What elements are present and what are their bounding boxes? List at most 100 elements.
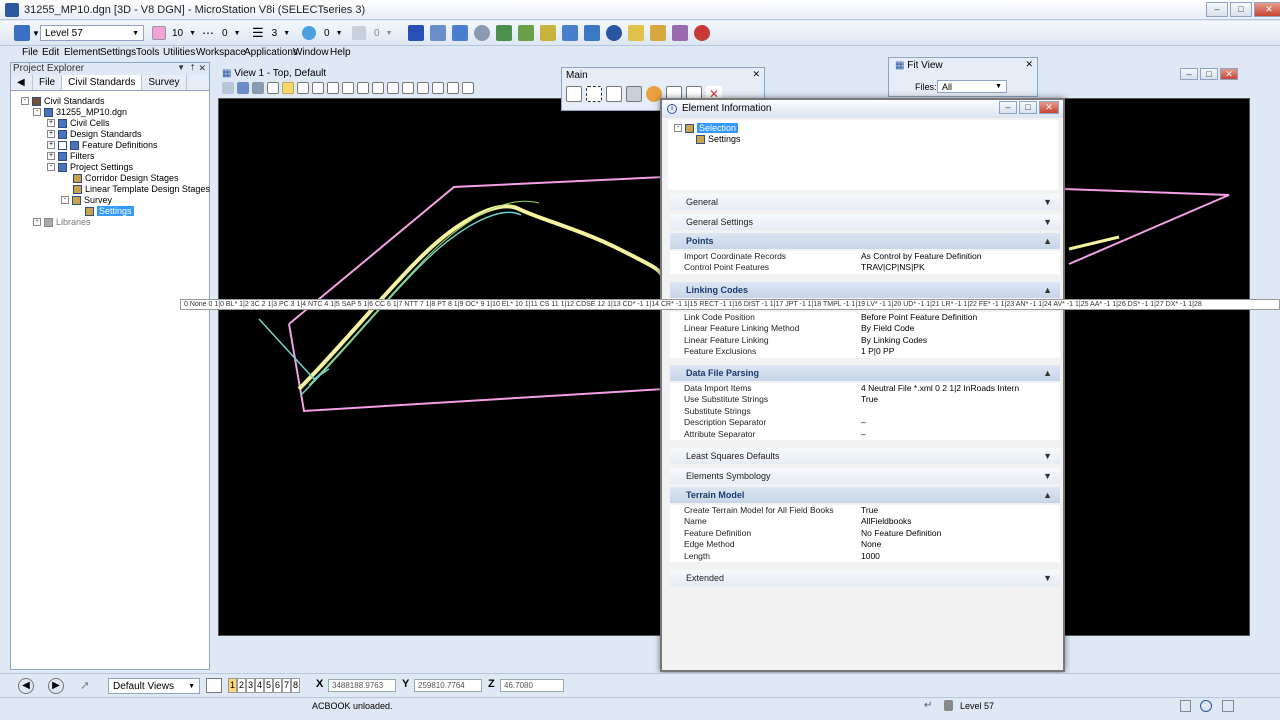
view-2-button[interactable]: 2 [237, 678, 246, 693]
close-icon[interactable]: ✕ [1025, 59, 1033, 70]
tab-file[interactable]: File [33, 75, 63, 90]
menu-applications[interactable]: Applications [244, 47, 298, 58]
view-3-button[interactable]: 3 [246, 678, 255, 693]
zoom-in-icon[interactable] [282, 82, 294, 94]
clip-mask-icon[interactable] [432, 82, 444, 94]
tab-civil-standards[interactable]: Civil Standards [62, 75, 143, 90]
close-button[interactable]: ✕ [1254, 2, 1280, 17]
help-icon[interactable] [1200, 700, 1212, 712]
property-row[interactable]: Length 1000 [670, 551, 1060, 562]
maximize-button[interactable]: □ [1230, 2, 1252, 17]
tree-item-selection[interactable]: - Selection [674, 123, 739, 133]
find-icon[interactable] [650, 25, 666, 41]
keyin-icon[interactable]: ↵ [924, 700, 932, 711]
property-row[interactable]: Linear Feature Linking Method By Field Co… [670, 323, 1060, 334]
tree-item-filters[interactable]: + Filters [47, 151, 95, 161]
display-styles-icon[interactable] [518, 25, 534, 41]
section-elements-symbology[interactable]: Elements Symbology ▼ [670, 468, 1060, 484]
menu-tools[interactable]: Tools [136, 47, 159, 58]
tree-item-feature-definitions[interactable]: + Feature Definitions [47, 140, 158, 150]
files-combo[interactable]: All ▼ [937, 80, 1007, 93]
element-selection-icon[interactable] [566, 86, 582, 102]
layers-icon[interactable] [540, 25, 556, 41]
property-row[interactable]: Feature Exclusions 1 P|0 PP [670, 346, 1060, 357]
section-terrain-model[interactable]: Terrain Model ▲ [670, 487, 1060, 503]
property-row[interactable]: Edge Method None [670, 539, 1060, 550]
render-icon[interactable] [474, 25, 490, 41]
place-text-icon[interactable] [606, 86, 622, 102]
priority-icon[interactable] [352, 26, 366, 40]
chevron-down-icon[interactable]: ▼ [189, 30, 196, 37]
color-swatch-icon[interactable] [152, 26, 166, 40]
tree-item-civil-standards[interactable]: - Civil Standards [21, 96, 105, 106]
checkbox-icon[interactable] [58, 140, 67, 150]
property-row[interactable]: Data Import Items 4 Neutral File *.xml 0 … [670, 383, 1060, 394]
rotate-view-icon[interactable] [342, 82, 354, 94]
analyze-icon[interactable] [562, 25, 578, 41]
tasks-icon[interactable] [672, 25, 688, 41]
close-button[interactable]: ✕ [1039, 101, 1059, 114]
collapse-icon[interactable]: - [33, 108, 41, 116]
property-row[interactable]: Name AllFieldbooks [670, 516, 1060, 527]
tab-nav-left[interactable]: ◀ [11, 75, 33, 90]
collapse-icon[interactable]: - [21, 97, 29, 105]
property-row[interactable]: Link Code Position Before Point Feature D… [670, 312, 1060, 323]
display-style-icon[interactable] [237, 82, 249, 94]
raster-icon[interactable] [452, 25, 468, 41]
clip-volume-icon[interactable] [417, 82, 429, 94]
pin-icon[interactable]: † [191, 63, 195, 72]
expand-icon[interactable]: + [47, 119, 55, 127]
expand-icon[interactable]: + [47, 141, 55, 149]
default-views-combo[interactable]: Default Views ▼ [108, 678, 200, 694]
linking-codes-dropdown[interactable]: 0 None 0 1|0 BL* 1|2 3C 2 1|3 PC 3 1|4 N… [180, 299, 1280, 310]
update-view-icon[interactable] [267, 82, 279, 94]
fence-icon[interactable] [586, 86, 602, 102]
window-area-icon[interactable] [312, 82, 324, 94]
transparency-icon[interactable] [302, 26, 316, 40]
lock-icon[interactable] [944, 700, 953, 711]
saved-views-icon[interactable] [462, 82, 474, 94]
section-general-settings[interactable]: General Settings ▼ [670, 214, 1060, 230]
menu-utilities[interactable]: Utilities [163, 47, 195, 58]
property-row[interactable]: Description Separator – [670, 417, 1060, 428]
tree-item-design-standards[interactable]: + Design Standards [47, 129, 142, 139]
menu-window[interactable]: Window [293, 47, 329, 58]
view-close-button[interactable]: ✕ [1220, 68, 1238, 80]
property-row[interactable]: Feature Definition No Feature Definition [670, 528, 1060, 539]
view-5-button[interactable]: 5 [264, 678, 273, 693]
element-attributes-icon[interactable] [14, 25, 30, 41]
tree-item-corridor-design-stages[interactable]: Corridor Design Stages [73, 173, 179, 183]
section-points[interactable]: Points ▲ [670, 233, 1060, 249]
levels-icon[interactable] [496, 25, 512, 41]
line-weight-icon[interactable]: ☰ [252, 25, 264, 41]
tree-item-libraries[interactable]: + Libraries [33, 217, 91, 227]
menu-edit[interactable]: Edit [42, 47, 59, 58]
tree-item-project-settings[interactable]: - Project Settings [47, 162, 133, 172]
view-7-button[interactable]: 7 [282, 678, 291, 693]
chevron-down-icon[interactable]: ▼ [177, 63, 185, 72]
section-extended[interactable]: Extended ▼ [670, 570, 1060, 586]
view-attributes-icon[interactable] [222, 82, 234, 94]
next-view-icon[interactable] [402, 82, 414, 94]
section-least-squares-defaults[interactable]: Least Squares Defaults ▼ [670, 448, 1060, 464]
camera-icon[interactable] [252, 82, 264, 94]
models-icon[interactable] [408, 25, 424, 41]
collapse-icon[interactable]: - [61, 196, 69, 204]
property-row[interactable]: Create Terrain Model for All Field Books… [670, 505, 1060, 516]
tree-item-survey[interactable]: - Survey [61, 195, 112, 205]
tab-survey[interactable]: Survey [142, 75, 187, 90]
tree-item-settings[interactable]: Settings [85, 206, 134, 216]
message-center-icon[interactable] [1222, 700, 1234, 712]
info-icon[interactable] [606, 25, 622, 41]
maximize-button[interactable]: □ [1019, 101, 1037, 114]
stop-icon[interactable] [694, 25, 710, 41]
view-rotation-icon[interactable] [447, 82, 459, 94]
tree-item-linear-template-design-stages[interactable]: Linear Template Design Stages [73, 184, 210, 194]
view-maximize-button[interactable]: □ [1200, 68, 1218, 80]
minimize-button[interactable]: – [1206, 2, 1228, 17]
section-general[interactable]: General ▼ [670, 194, 1060, 210]
x-coordinate-field[interactable]: 3488188.9763 [328, 679, 396, 692]
property-row[interactable]: Substitute Strings [670, 406, 1060, 417]
view-groups-icon[interactable] [206, 678, 222, 693]
y-coordinate-field[interactable]: 259810.7764 [414, 679, 482, 692]
